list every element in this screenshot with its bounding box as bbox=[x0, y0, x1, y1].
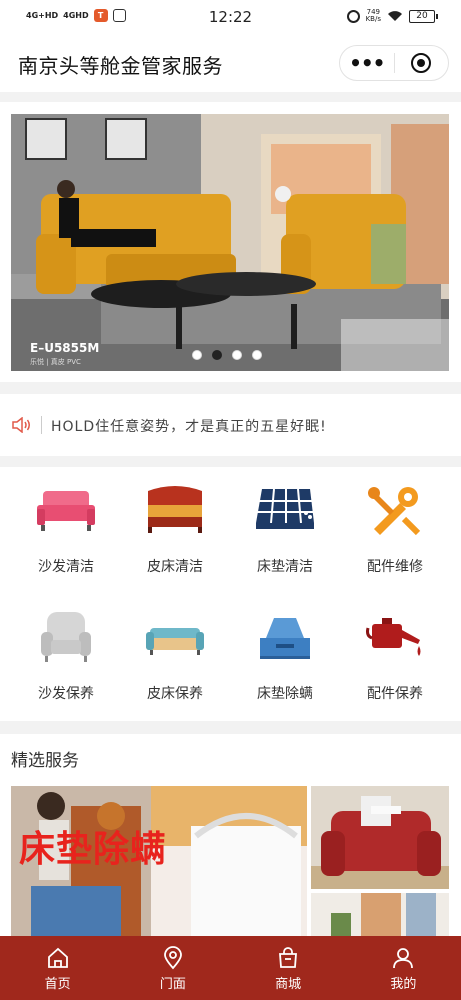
banner-section: E–U5855M 乐悦 | 真皮 PVC bbox=[0, 102, 461, 382]
service-mattress-mite-removal[interactable]: 床垫除螨 bbox=[235, 610, 335, 703]
speaker-icon bbox=[12, 417, 30, 433]
service-mattress-cleaning[interactable]: 床垫清洁 bbox=[235, 483, 335, 576]
location-icon bbox=[163, 946, 182, 970]
service-label: 皮床保养 bbox=[147, 686, 203, 702]
tab-storefront[interactable]: 门面 bbox=[115, 936, 230, 1000]
close-button[interactable] bbox=[394, 53, 448, 73]
more-button[interactable]: ••• bbox=[340, 53, 394, 73]
featured-section: 精选服务 床垫除螨 bbox=[0, 734, 461, 936]
featured-side-card-1[interactable] bbox=[311, 786, 449, 889]
alarm-icon bbox=[346, 9, 360, 23]
sofa-bed-icon bbox=[146, 628, 204, 655]
battery-icon: 20 bbox=[409, 9, 438, 23]
user-icon bbox=[393, 948, 414, 969]
service-sofa-cleaning[interactable]: 沙发清洁 bbox=[16, 483, 116, 576]
tab-mall[interactable]: 商城 bbox=[231, 936, 346, 1000]
carousel-dot[interactable] bbox=[252, 350, 262, 360]
notice-divider bbox=[41, 416, 42, 434]
tab-label: 商城 bbox=[275, 977, 302, 992]
service-label: 床垫清洁 bbox=[257, 559, 313, 575]
close-target-icon bbox=[411, 53, 432, 73]
home-icon bbox=[47, 947, 68, 968]
network-speed: 749 KB/s bbox=[366, 9, 381, 23]
bed-icon bbox=[148, 486, 202, 533]
featured-main-card[interactable]: 床垫除螨 bbox=[11, 786, 307, 936]
carousel-dot-active[interactable] bbox=[212, 350, 222, 360]
service-sofa-maintenance[interactable]: 沙发保养 bbox=[16, 610, 116, 703]
section-title: 精选服务 bbox=[11, 751, 79, 771]
service-parts-repair[interactable]: 配件维修 bbox=[345, 483, 445, 576]
net-speed-unit: KB/s bbox=[365, 15, 381, 23]
status-bar: 4G+HD 4GHD T 12:22 749 KB/s 20 bbox=[0, 0, 461, 36]
tab-bar: 首页 门面 商城 我的 bbox=[0, 936, 461, 1000]
notice-bar[interactable]: HOLD住任意姿势，才是真正的五星好眠! bbox=[0, 394, 461, 456]
tab-home[interactable]: 首页 bbox=[0, 936, 115, 1000]
shop-bag-icon bbox=[279, 947, 298, 968]
tab-label: 门面 bbox=[159, 977, 186, 992]
room-interior-image bbox=[311, 893, 449, 936]
banner-sofa-image bbox=[11, 114, 449, 371]
tab-label: 首页 bbox=[44, 977, 71, 992]
mite-remover-icon bbox=[260, 618, 310, 659]
service-label: 皮床清洁 bbox=[147, 559, 203, 575]
armchair-icon bbox=[41, 612, 91, 662]
carousel-indicators bbox=[192, 350, 262, 360]
wrench-icon bbox=[368, 487, 421, 536]
mattress-icon bbox=[256, 488, 314, 529]
service-label: 配件保养 bbox=[367, 686, 423, 702]
notice-text: HOLD住任意姿势，才是真正的五星好眠! bbox=[51, 419, 327, 435]
service-parts-maintenance[interactable]: 配件保养 bbox=[345, 610, 445, 703]
nav-bar: 南京头等舱金管家服务 ••• bbox=[0, 36, 461, 92]
featured-side-card-2[interactable] bbox=[311, 893, 449, 936]
wifi-icon bbox=[388, 11, 402, 21]
service-label: 床垫除螨 bbox=[257, 686, 313, 702]
oil-can-icon bbox=[366, 618, 421, 656]
featured-main-text: 床垫除螨 bbox=[19, 829, 168, 870]
service-label: 沙发清洁 bbox=[38, 559, 94, 575]
leather-sofa-image bbox=[311, 786, 449, 889]
service-bed-maintenance[interactable]: 皮床保养 bbox=[125, 610, 225, 703]
tab-label: 我的 bbox=[390, 977, 417, 992]
tab-profile[interactable]: 我的 bbox=[346, 936, 461, 1000]
carousel-dot[interactable] bbox=[232, 350, 242, 360]
carousel-dot[interactable] bbox=[192, 350, 202, 360]
service-bed-cleaning[interactable]: 皮床清洁 bbox=[125, 483, 225, 576]
mini-program-capsule: ••• bbox=[339, 45, 449, 81]
banner-model-code: E–U5855M bbox=[30, 341, 100, 355]
service-label: 沙发保养 bbox=[38, 686, 94, 702]
service-label: 配件维修 bbox=[367, 559, 423, 575]
banner-carousel[interactable]: E–U5855M 乐悦 | 真皮 PVC bbox=[11, 114, 449, 371]
page-title: 南京头等舱金管家服务 bbox=[18, 54, 223, 78]
sofa-icon bbox=[37, 491, 95, 531]
banner-model-subtitle: 乐悦 | 真皮 PVC bbox=[30, 358, 81, 366]
services-grid: 沙发清洁 皮床清洁 床垫清洁 配件维修 沙发保养 皮床保养 床垫除螨 配件保养 bbox=[0, 467, 461, 721]
